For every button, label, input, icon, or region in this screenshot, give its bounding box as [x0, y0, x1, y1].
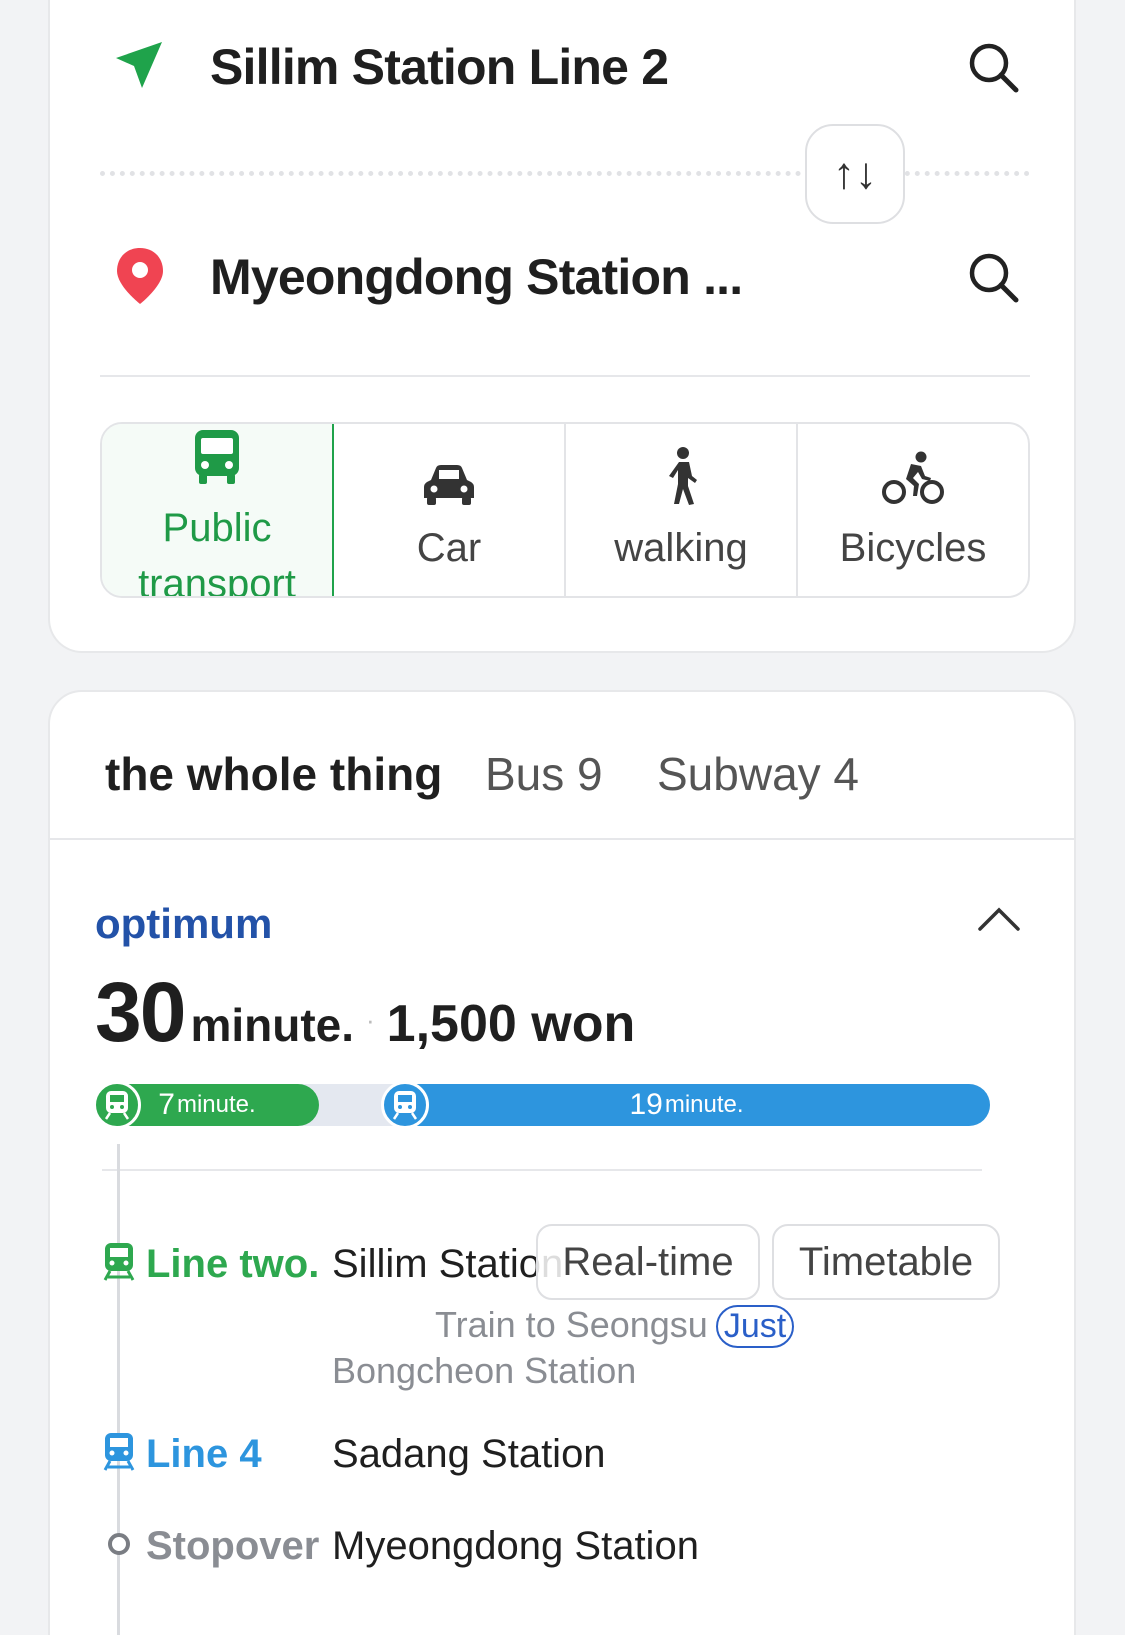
search-icon[interactable] [966, 40, 1022, 96]
train-icon [102, 1242, 136, 1287]
route-results-card: the whole thing Bus 9 Subway 4 optimum 3… [48, 690, 1076, 1635]
destination-text[interactable]: Myeongdong Station ... [210, 248, 743, 306]
segment-unit: minute. [176, 1091, 256, 1118]
tab-bus[interactable]: Bus 9 [485, 747, 603, 801]
bus-icon [191, 428, 243, 486]
segment-minutes: 7 [158, 1088, 175, 1121]
stopover-label: Stopover [146, 1524, 320, 1568]
stopover-circle-icon [102, 1527, 136, 1566]
transport-mode-selector: Public transport Car walking Bicycles [100, 422, 1030, 598]
train-icon [381, 1081, 429, 1129]
swap-button[interactable]: ↑↓ [805, 124, 905, 224]
arrival-badge: Just [715, 1305, 795, 1348]
navigation-arrow-icon [112, 38, 168, 94]
tab-subway[interactable]: Subway 4 [657, 747, 859, 801]
origin-row[interactable]: Sillim Station Line 2 [50, 10, 1074, 120]
mode-car[interactable]: Car [334, 424, 566, 596]
optimum-label: optimum [95, 900, 273, 947]
route-search-card: Sillim Station Line 2 ↑↓ Myeongdong Stat… [48, 0, 1076, 653]
station-name: Myeongdong Station [332, 1524, 699, 1568]
step-stopover[interactable]: Stopover Myeongdong Station [102, 1524, 699, 1569]
route-time-bar: 7 minute. 19 minute. [93, 1081, 990, 1129]
walking-icon [661, 444, 701, 506]
duration-unit: minute. [190, 999, 354, 1051]
location-pin-icon [112, 248, 168, 304]
realtime-button[interactable]: Real-time [536, 1224, 760, 1300]
swap-icon: ↑↓ [833, 149, 877, 198]
next-station: Bongcheon Station [332, 1350, 637, 1391]
mode-label: walking [614, 526, 748, 570]
train-icon [93, 1081, 141, 1129]
bicycle-icon [881, 444, 945, 506]
mode-public-transport[interactable]: Public transport [102, 424, 334, 598]
train-icon [102, 1432, 136, 1477]
divider [100, 375, 1030, 377]
train-direction-text: Train to Seongsu [435, 1304, 708, 1345]
total-duration: 30 [95, 965, 186, 1059]
mode-bicycles[interactable]: Bicycles [798, 424, 1028, 596]
timetable-button[interactable]: Timetable [772, 1224, 1000, 1300]
train-direction: Train to Seongsu Just [435, 1304, 795, 1348]
mode-walking[interactable]: walking [566, 424, 798, 596]
divider [102, 1169, 982, 1171]
car-icon [421, 444, 477, 506]
mode-label: Public transport [138, 506, 296, 598]
station-name: Sillim Station [332, 1242, 564, 1286]
line-label: Line 4 [146, 1432, 262, 1476]
fare: 1,500 won [386, 995, 636, 1053]
tab-all[interactable]: the whole thing [105, 747, 442, 801]
step-line2[interactable]: Line two. Sillim Station [102, 1242, 563, 1287]
station-name: Sadang Station [332, 1432, 606, 1476]
search-icon[interactable] [966, 250, 1022, 306]
result-tabs: the whole thing Bus 9 Subway 4 [50, 692, 1074, 840]
step-line4[interactable]: Line 4 Sadang Station [102, 1432, 606, 1477]
chevron-up-icon[interactable] [976, 897, 1022, 943]
line-label: Line two. [146, 1242, 320, 1286]
route-summary: 30 minute. · 1,500 won [95, 964, 635, 1061]
segment-unit: minute. [664, 1091, 744, 1118]
separator: · [366, 1005, 375, 1035]
mode-label: Car [416, 526, 482, 570]
mode-label: Bicycles [839, 526, 987, 570]
segment-minutes: 19 [629, 1088, 663, 1121]
destination-row[interactable]: Myeongdong Station ... [50, 220, 1074, 330]
origin-text[interactable]: Sillim Station Line 2 [210, 38, 669, 96]
segment-line4: 19 minute. [383, 1084, 990, 1126]
